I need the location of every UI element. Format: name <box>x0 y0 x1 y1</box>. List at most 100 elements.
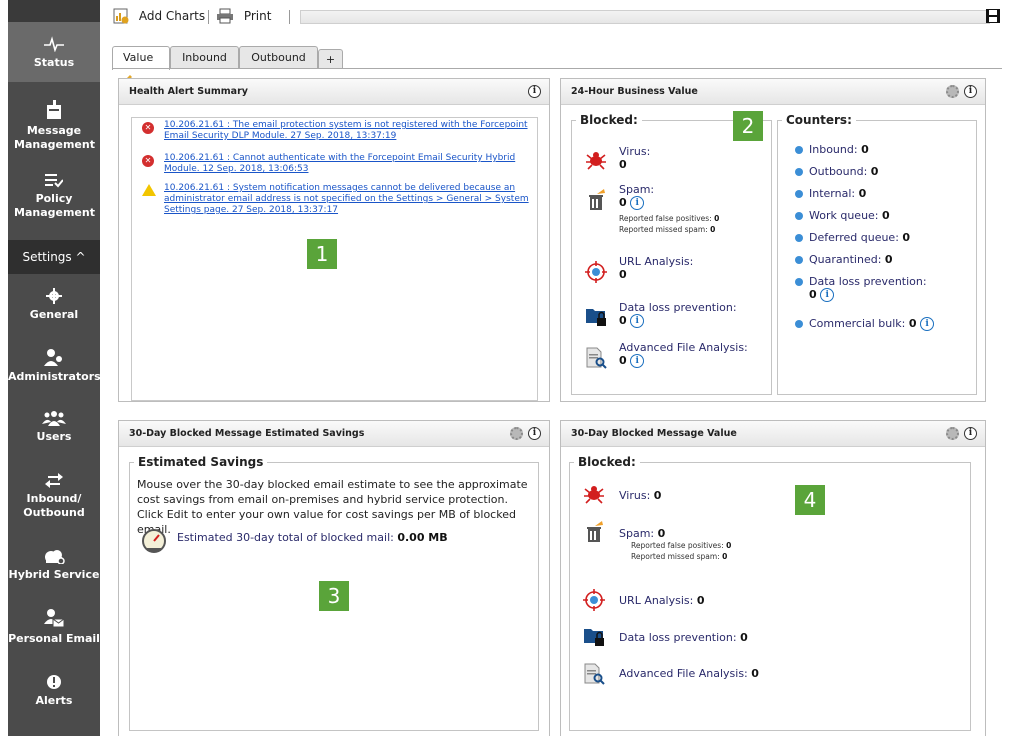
counter-label: Data loss prevention: <box>809 275 927 288</box>
counter-item: Deferred queue: 0 <box>795 231 910 244</box>
health-alert-panel: Health Alert Summary i ✕ 10.206.21.61 : … <box>118 78 550 402</box>
url-target-icon <box>585 261 607 283</box>
info-icon[interactable]: i <box>964 85 977 98</box>
bullet-icon <box>795 320 803 328</box>
callout-marker: 1 <box>307 239 337 269</box>
info-icon[interactable]: i <box>630 314 645 328</box>
virus-stat: Virus: 0 <box>619 145 650 171</box>
info-icon[interactable]: i <box>630 196 645 210</box>
print-button[interactable]: Print <box>216 8 271 24</box>
alert-icon <box>47 675 61 689</box>
info-icon[interactable]: i <box>528 85 541 98</box>
counter-label: Internal: <box>809 187 859 200</box>
spam-stat: Spam: 0 i Reported false positives: 0 Re… <box>619 183 719 235</box>
admin-icon <box>44 349 62 366</box>
sidebar-item-label: Users <box>36 430 72 443</box>
gauge-icon <box>142 529 166 553</box>
url-label: URL Analysis: <box>619 255 694 268</box>
bullet-icon <box>795 190 803 198</box>
missed-spam-label: Reported missed spam: <box>619 225 711 234</box>
afa-stat: Advanced File Analysis: 0 <box>619 667 759 680</box>
health-alert-title: Health Alert Summary <box>129 86 248 97</box>
panel-title: 30-Day Blocked Message Value i <box>561 421 985 447</box>
sidebar-item-message-management[interactable]: Message Management <box>8 100 100 152</box>
tab-label: Inbound <box>182 51 227 64</box>
virus-value: 0 <box>619 158 627 171</box>
info-icon[interactable]: i <box>630 354 645 368</box>
tab-inbound[interactable]: Inbound <box>170 46 239 69</box>
toolbar-divider <box>289 10 290 24</box>
sidebar-item-inbound-outbound[interactable]: Inbound/ Outbound <box>8 472 100 520</box>
gear-icon[interactable] <box>510 427 523 440</box>
counter-item: Data loss prevention: 0 i <box>795 275 927 302</box>
business-value-panel: 24-Hour Business Value i Blocked: 2 Viru… <box>560 78 986 402</box>
estimated-savings-panel: 30-Day Blocked Message Estimated Savings… <box>118 420 550 736</box>
save-icon[interactable] <box>986 9 1000 23</box>
counter-label: Outbound: <box>809 165 871 178</box>
alert-item[interactable]: ✕ 10.206.21.61 : Cannot authenticate wit… <box>142 153 532 175</box>
alert-link[interactable]: 10.206.21.61 : The email protection syst… <box>164 120 528 141</box>
sidebar-item-personal-email[interactable]: Personal Email <box>8 608 100 646</box>
sidebar-item-administrators[interactable]: Administrators <box>8 348 101 384</box>
arrows-icon <box>45 473 63 488</box>
savings-total-value: 0.00 MB <box>397 531 448 544</box>
add-charts-button[interactable]: Add Charts <box>113 8 205 24</box>
blocked-legend: Blocked: <box>578 455 636 469</box>
add-tab-button[interactable]: + <box>318 49 343 69</box>
warning-icon <box>142 184 156 196</box>
alert-item[interactable]: ✕ 10.206.21.61 : The email protection sy… <box>142 120 532 142</box>
counter-item: Quarantined: 0 <box>795 253 893 266</box>
counter-item: Internal: 0 <box>795 187 866 200</box>
file-search-icon <box>584 663 605 685</box>
counter-label: Work queue: <box>809 209 883 222</box>
counter-value: 0 <box>858 187 867 200</box>
sidebar-item-status[interactable]: Status <box>8 22 100 82</box>
counter-value: 0 <box>870 165 879 178</box>
alert-link[interactable]: 10.206.21.61 : Cannot authenticate with … <box>164 153 515 174</box>
url-label: URL Analysis: <box>619 594 697 607</box>
file-search-icon <box>586 347 607 369</box>
info-icon[interactable]: i <box>820 288 835 302</box>
gear-icon[interactable] <box>946 85 959 98</box>
alert-item[interactable]: 10.206.21.61 : System notification messa… <box>142 183 532 216</box>
info-icon[interactable]: i <box>920 317 935 331</box>
error-icon: ✕ <box>142 122 154 134</box>
missed-spam-value: 0 <box>710 225 716 234</box>
dlp-stat: Data loss prevention: 0 <box>619 631 748 644</box>
sidebar-item-policy-management[interactable]: Policy Management <box>8 172 100 220</box>
sidebar-item-settings[interactable]: Settings ^ <box>8 240 100 274</box>
blocked-legend: Blocked: <box>580 113 638 127</box>
counter-label: Quarantined: <box>809 253 885 266</box>
counter-value: 0 <box>861 143 869 156</box>
tab-value[interactable]: Value <box>112 46 170 83</box>
sidebar-top <box>8 0 100 22</box>
counter-item: Outbound: 0 <box>795 165 878 178</box>
business-value-title: 24-Hour Business Value <box>571 86 698 97</box>
toolbar: Add Charts Print <box>108 0 1015 30</box>
sidebar-item-alerts[interactable]: Alerts <box>8 674 100 708</box>
counter-label: Inbound: <box>809 143 862 156</box>
sidebar-item-label: Hybrid Service <box>8 568 100 581</box>
panel-title: Health Alert Summary i <box>119 79 549 105</box>
missed-spam-line: Reported missed spam: 0 <box>631 551 731 562</box>
counter-item: Commercial bulk: 0 i <box>795 317 935 331</box>
sidebar: Status Message Management Policy Managem… <box>8 0 101 736</box>
false-positives-value: 0 <box>714 214 720 223</box>
tab-outbound[interactable]: Outbound <box>239 46 318 69</box>
sidebar-item-general[interactable]: General <box>8 288 100 322</box>
savings-total[interactable]: Estimated 30-day total of blocked mail: … <box>177 531 448 544</box>
false-positives-label: Reported false positives: <box>619 214 715 223</box>
spam-label: Spam: <box>619 527 658 540</box>
sidebar-item-hybrid-service[interactable]: Hybrid Service <box>8 548 100 582</box>
info-icon[interactable]: i <box>964 427 977 440</box>
dlp-label: Data loss prevention: <box>619 301 737 314</box>
sidebar-item-label: Status <box>33 56 75 69</box>
sidebar-item-users[interactable]: Users <box>8 410 100 444</box>
alert-link[interactable]: 10.206.21.61 : System notification messa… <box>164 183 529 215</box>
bullet-icon <box>795 256 803 264</box>
mailbox-icon <box>47 100 61 119</box>
gear-icon[interactable] <box>946 427 959 440</box>
counters-legend: Counters: <box>786 113 852 127</box>
sidebar-item-label: General <box>29 308 79 321</box>
info-icon[interactable]: i <box>528 427 541 440</box>
